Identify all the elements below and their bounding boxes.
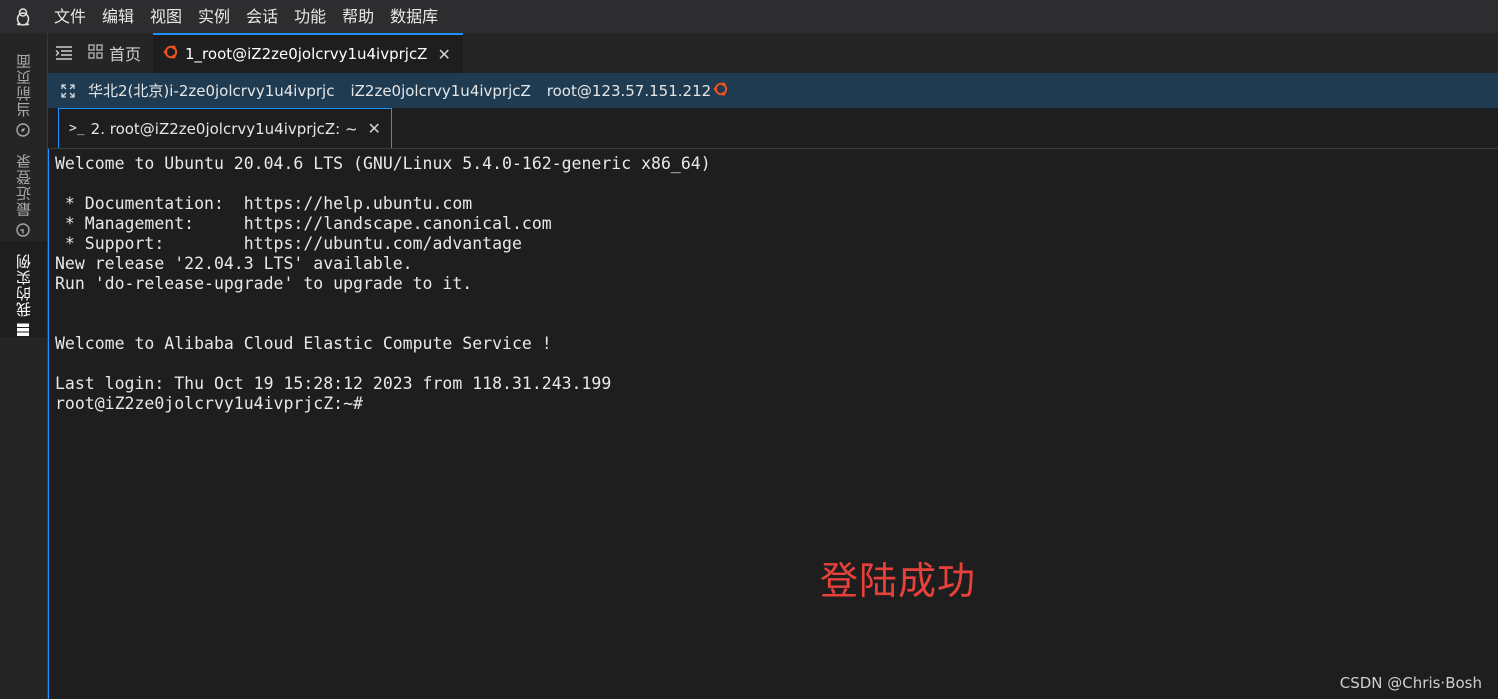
menu-session[interactable]: 会话: [238, 0, 286, 33]
grid-icon: [88, 43, 103, 63]
terminal-line: Last login: Thu Oct 19 15:28:12 2023 fro…: [55, 374, 612, 393]
close-icon[interactable]: ✕: [437, 45, 450, 64]
terminal-line: * Management: https://landscape.canonica…: [55, 214, 552, 233]
ubuntu-icon: [163, 44, 179, 64]
instance-login: root@123.57.151.212: [546, 81, 712, 100]
clock-icon: [15, 223, 33, 237]
menu-bar: 文件 编辑 视图 实例 会话 功能 帮助 数据库: [0, 0, 1498, 33]
terminal-prompt: root@iZ2ze0jolcrvy1u4ivprjcZ:~#: [55, 394, 363, 413]
terminal-output[interactable]: Welcome to Ubuntu 20.04.6 LTS (GNU/Linux…: [48, 149, 1498, 699]
sidebar-item-label: 我的实例: [15, 253, 33, 317]
terminal-line: * Documentation: https://help.ubuntu.com: [55, 194, 473, 213]
menu-help[interactable]: 帮助: [334, 0, 382, 33]
login-success-annotation: 登陆成功: [820, 559, 977, 603]
terminal-tab-label: 2. root@iZ2ze0jolcrvy1u4ivprjcZ: ~: [90, 119, 358, 138]
tab-session[interactable]: 1_root@iZ2ze0jolcrvy1u4ivprjcZ ✕: [153, 33, 463, 73]
tab-home[interactable]: 首页: [80, 33, 153, 73]
sidebar: 当前页面 最近登录 我的实例: [0, 33, 48, 699]
sidebar-item-label: 最近登录: [15, 153, 33, 217]
linux-penguin-icon[interactable]: [0, 0, 46, 33]
instance-region: 华北2(北京)i-2ze0jolcrvy1u4ivprjc: [88, 82, 335, 100]
instance-info-bar: 华北2(北京)i-2ze0jolcrvy1u4ivprjc iZ2ze0jolc…: [48, 73, 1498, 108]
watermark: CSDN @Chris·Bosh: [1339, 674, 1482, 692]
terminal-line: New release '22.04.3 LTS' available.: [55, 254, 413, 273]
terminal-tab-bar: >_ 2. root@iZ2ze0jolcrvy1u4ivprjcZ: ~ ✕: [48, 108, 1498, 149]
server-stack-icon: [15, 323, 33, 337]
menu-view[interactable]: 视图: [142, 0, 190, 33]
close-icon[interactable]: ✕: [368, 119, 381, 138]
terminal-line: Run 'do-release-upgrade' to upgrade to i…: [55, 274, 473, 293]
compass-icon: [15, 123, 33, 137]
sidebar-item-label: 当前页面: [15, 53, 33, 117]
ubuntu-icon: [713, 81, 729, 101]
terminal-line: * Support: https://ubuntu.com/advantage: [55, 234, 522, 253]
sidebar-item-current-page[interactable]: 当前页面: [0, 39, 47, 137]
expand-icon[interactable]: [48, 83, 88, 98]
tab-session-label: 1_root@iZ2ze0jolcrvy1u4ivprjcZ: [185, 45, 428, 63]
instance-hostname: iZ2ze0jolcrvy1u4ivprjcZ: [350, 81, 531, 100]
terminal-prompt-icon: >_: [69, 121, 85, 136]
menu-file[interactable]: 文件: [46, 0, 94, 33]
menu-list-icon[interactable]: [48, 33, 80, 73]
menu-database[interactable]: 数据库: [382, 0, 446, 33]
terminal-line: Welcome to Alibaba Cloud Elastic Compute…: [55, 334, 552, 353]
tab-bar: 首页 1_root@iZ2ze0jolcrvy1u4ivprjcZ ✕: [48, 33, 1498, 73]
terminal-tab[interactable]: >_ 2. root@iZ2ze0jolcrvy1u4ivprjcZ: ~ ✕: [58, 108, 392, 148]
menu-edit[interactable]: 编辑: [94, 0, 142, 33]
terminal-line: Welcome to Ubuntu 20.04.6 LTS (GNU/Linux…: [55, 154, 711, 173]
tab-home-label: 首页: [109, 45, 142, 64]
sidebar-item-recent-login[interactable]: 最近登录: [0, 141, 47, 237]
sidebar-item-my-instances[interactable]: 我的实例: [0, 241, 47, 337]
menu-features[interactable]: 功能: [286, 0, 334, 33]
menu-instance[interactable]: 实例: [190, 0, 238, 33]
